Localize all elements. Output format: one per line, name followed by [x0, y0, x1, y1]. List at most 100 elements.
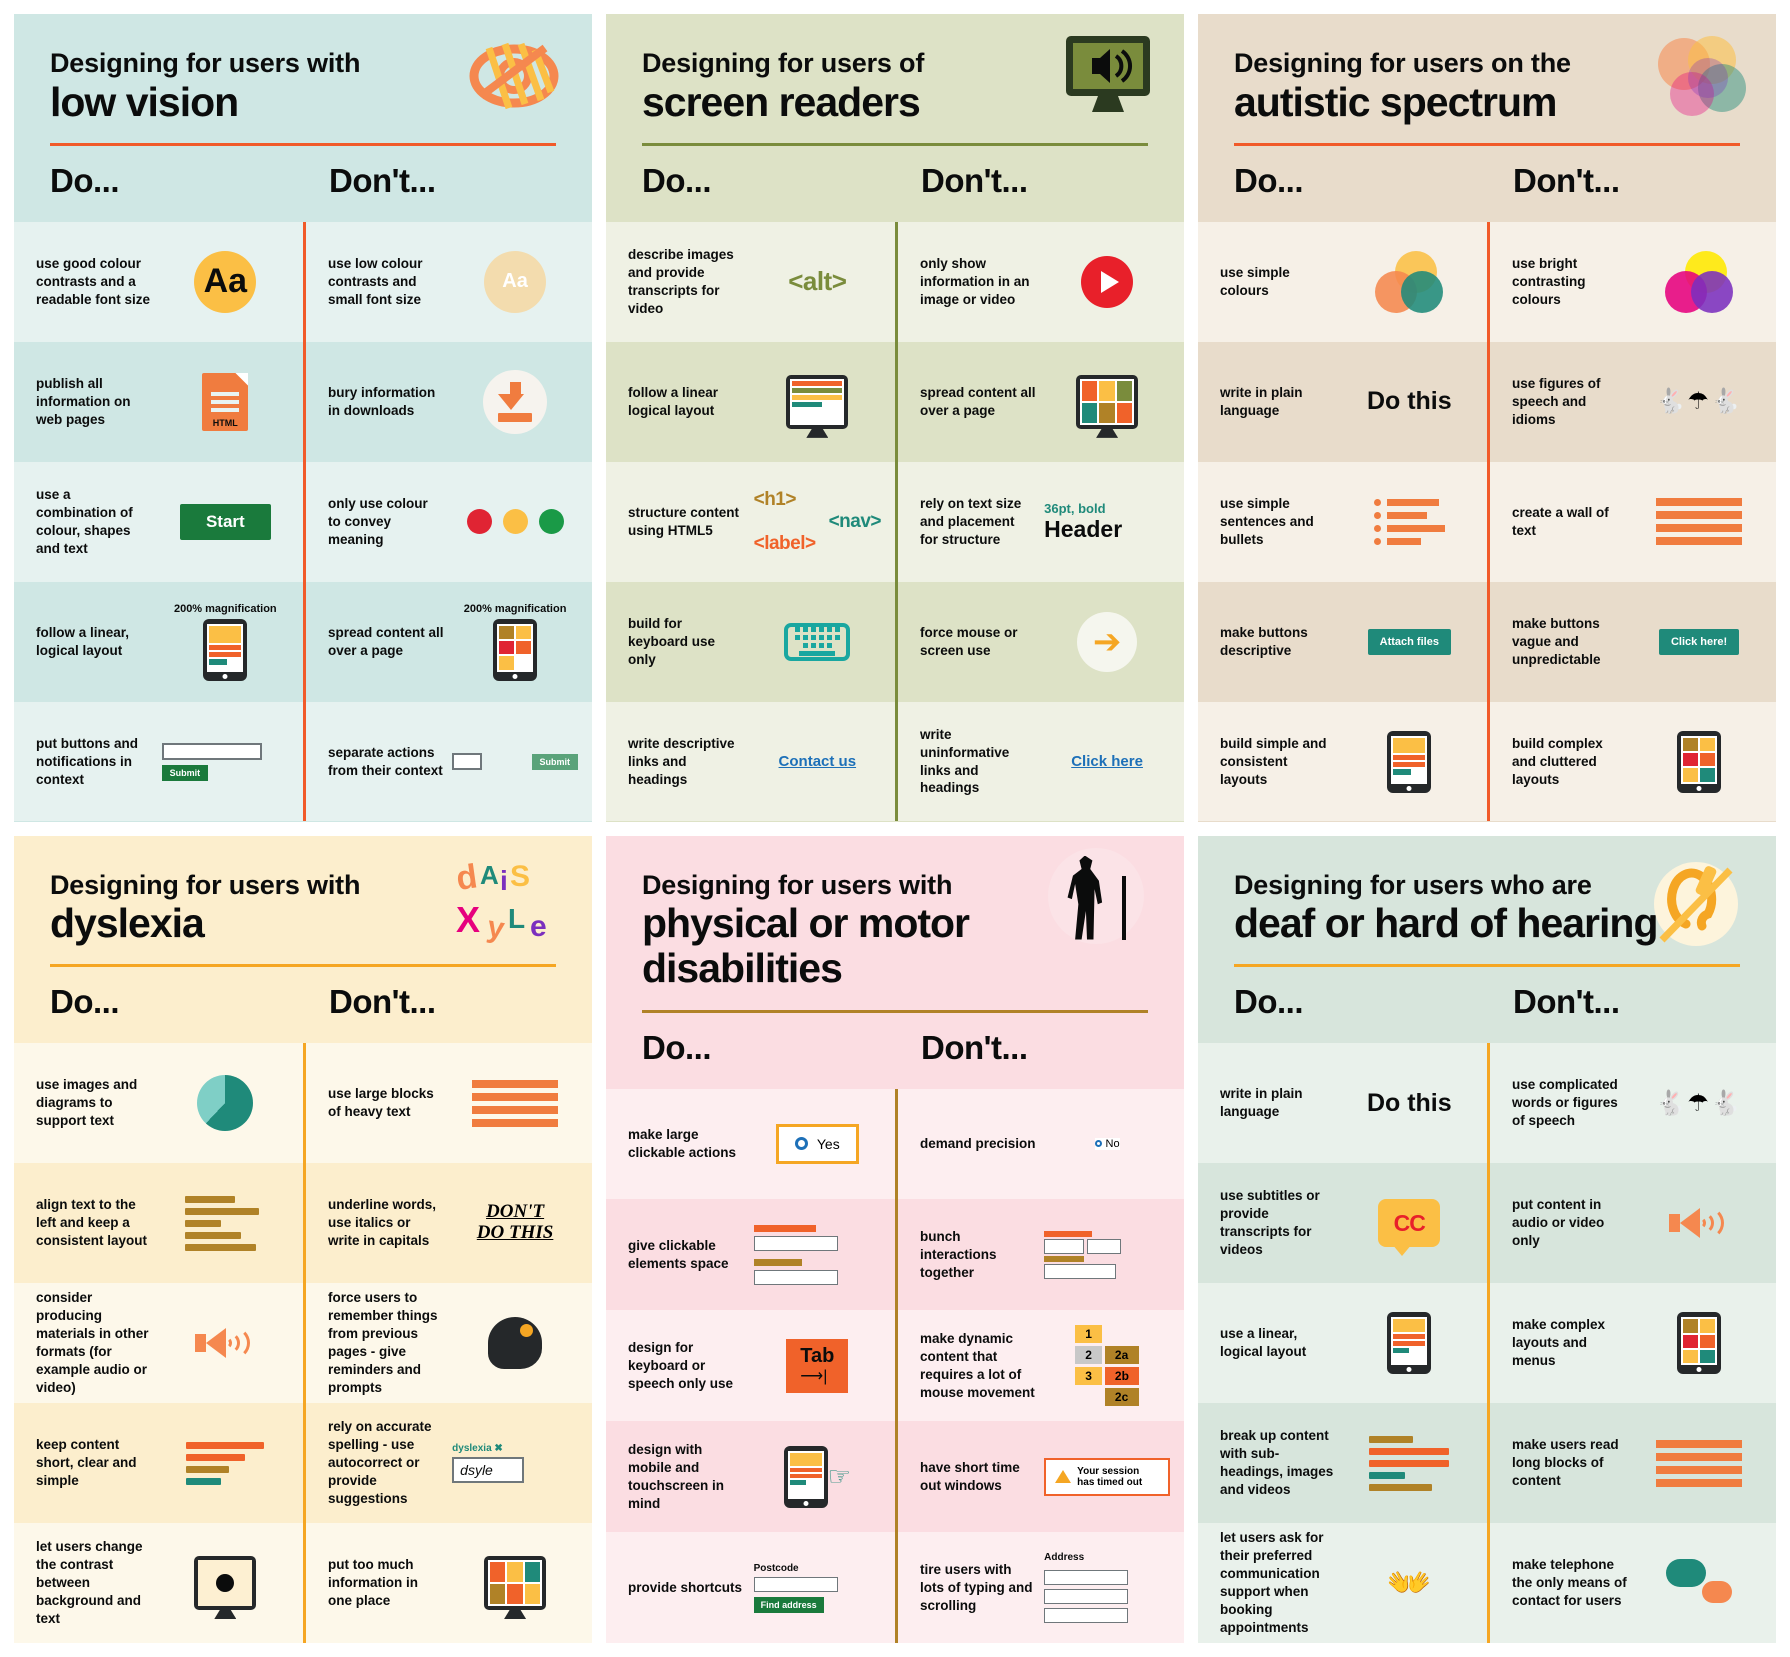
- poster-header: Designing for users of screen readers Do…: [606, 14, 1184, 222]
- screen-reader-monitor-icon: [1062, 34, 1154, 121]
- spaced-input[interactable]: [753, 1269, 838, 1285]
- submit-button[interactable]: Submit: [531, 753, 578, 770]
- small-radio-option[interactable]: No: [1094, 1137, 1120, 1150]
- dont-illustration: [1636, 1553, 1762, 1613]
- menu-item[interactable]: 3: [1075, 1367, 1102, 1386]
- do-illustration: [1346, 730, 1473, 793]
- dont-illustration: 1 2 2a 3 2b 2c: [1044, 1325, 1170, 1407]
- radio-label: No: [1105, 1137, 1120, 1150]
- dont-text: use complicated words or figures of spee…: [1512, 1077, 1618, 1129]
- large-radio-option[interactable]: Yes: [775, 1123, 859, 1164]
- html-label: HTML: [212, 417, 238, 428]
- do-text: follow a linear logical layout: [628, 384, 719, 418]
- find-address-button[interactable]: Find address: [753, 1596, 824, 1613]
- do-text: publish all information on web pages: [36, 375, 131, 427]
- dont-illustration: [1636, 250, 1762, 313]
- do-cell: write descriptive links and headings Con…: [606, 701, 895, 822]
- touchscreen-tablet-icon: [783, 1445, 828, 1508]
- dont-illustration: [452, 1553, 578, 1620]
- do-cell: let users change the contrast between ba…: [14, 1523, 303, 1643]
- dont-illustration: No: [1044, 1114, 1170, 1174]
- guideline-row: give clickable elements space bunch inte…: [606, 1199, 1184, 1311]
- click-here-button[interactable]: Click here!: [1658, 628, 1740, 655]
- uninformative-link[interactable]: Click here: [1071, 753, 1143, 770]
- do-cell: keep content short, clear and simple: [14, 1403, 303, 1524]
- do-cell: build for keyboard use only: [606, 581, 895, 702]
- do-text: keep content short, clear and simple: [36, 1437, 137, 1489]
- wall-of-text-icon: [1656, 498, 1743, 546]
- do-illustration: Start: [162, 492, 289, 552]
- start-button[interactable]: Start: [179, 503, 271, 540]
- guideline-row: consider producing materials in other fo…: [14, 1283, 592, 1404]
- dont-text: spread content all over a page: [920, 384, 1036, 418]
- dont-illustration: Click here: [1044, 732, 1170, 792]
- warning-icon: [1055, 1470, 1072, 1484]
- dont-cell: use low colour contrasts and small font …: [303, 221, 592, 342]
- hearing-aid-ear-icon: [1646, 856, 1746, 957]
- head-with-cog-icon: [488, 1317, 543, 1370]
- address-input[interactable]: [1044, 1608, 1129, 1624]
- do-text: let users change the contrast between ba…: [36, 1539, 143, 1626]
- do-cell: break up content with sub-headings, imag…: [1198, 1403, 1487, 1524]
- contrast-monitor-icon: [194, 1556, 257, 1620]
- menu-item[interactable]: 1: [1075, 1325, 1102, 1344]
- magnification-caption: 200% magnification: [173, 602, 277, 615]
- spellcheck-suggestion: dyslexia ✖: [452, 1443, 503, 1454]
- text-input[interactable]: [452, 753, 483, 771]
- spaced-input[interactable]: [753, 1235, 838, 1251]
- do-text: make buttons descriptive: [1220, 624, 1308, 658]
- address-input[interactable]: [1044, 1589, 1129, 1605]
- guideline-rows: write in plain language Do this use comp…: [1198, 1043, 1776, 1643]
- dont-text: put too much information in one place: [328, 1557, 418, 1608]
- simple-colours-venn-icon: [1373, 250, 1445, 313]
- spelling-input[interactable]: dsyle: [452, 1457, 525, 1484]
- bunched-input[interactable]: [1044, 1263, 1117, 1279]
- pie-chart-icon: [197, 1075, 254, 1132]
- dont-illustration: [1044, 252, 1170, 312]
- do-cell: use images and diagrams to support text: [14, 1043, 303, 1164]
- radio-icon[interactable]: [1094, 1140, 1102, 1148]
- dont-cell: make dynamic content that requires a lot…: [895, 1310, 1184, 1422]
- do-heading: Do...: [642, 161, 712, 199]
- dont-cell: use figures of speech and idioms 🐇☂🐇: [1487, 341, 1776, 462]
- do-dont-headings: Do... Don't...: [1234, 146, 1740, 222]
- do-text: structure content using HTML5: [628, 504, 740, 538]
- descriptive-link[interactable]: Contact us: [779, 753, 857, 770]
- dont-text: make dynamic content that requires a lot…: [920, 1330, 1035, 1400]
- font-size-label: 36pt, bold: [1044, 500, 1106, 516]
- bunched-input[interactable]: [1044, 1238, 1085, 1254]
- close-icon[interactable]: ✖: [494, 1443, 502, 1454]
- speaker-icon: [195, 1322, 254, 1364]
- nested-menu-icon: 1 2 2a 3 2b 2c: [1075, 1325, 1139, 1407]
- dont-text: separate actions from their context: [328, 744, 443, 778]
- dont-illustration: [1636, 1312, 1762, 1375]
- alt-tag-text: <alt>: [788, 266, 847, 297]
- do-heading: Do...: [50, 161, 120, 199]
- do-illustration: HTML: [162, 372, 289, 432]
- menu-item[interactable]: 2: [1075, 1346, 1102, 1365]
- radio-icon[interactable]: [794, 1137, 808, 1151]
- dont-heading: Don't...: [1513, 983, 1620, 1021]
- dont-illustration: dyslexia ✖ dsyle: [452, 1433, 578, 1493]
- address-input[interactable]: [1044, 1570, 1129, 1586]
- tab-key-label: Tab: [800, 1344, 835, 1367]
- tablet-linear-icon: [203, 618, 248, 681]
- guideline-row: let users change the contrast between ba…: [14, 1523, 592, 1643]
- colour-dots-icon: [466, 509, 564, 535]
- dont-cell: only use colour to convey meaning: [303, 461, 592, 582]
- do-text: write descriptive links and headings: [628, 735, 735, 787]
- menu-item[interactable]: 2b: [1104, 1367, 1139, 1386]
- attach-files-button[interactable]: Attach files: [1367, 628, 1451, 655]
- bunched-input[interactable]: [1087, 1238, 1122, 1254]
- do-text: build for keyboard use only: [628, 615, 716, 667]
- submit-button[interactable]: Submit: [161, 764, 209, 781]
- do-text: provide shortcuts: [628, 1579, 743, 1595]
- menu-item[interactable]: 2c: [1104, 1388, 1139, 1407]
- guideline-row: follow a linear, logical layout 200% mag…: [14, 581, 592, 702]
- guideline-row: keep content short, clear and simple rel…: [14, 1403, 592, 1524]
- dont-text: use low colour contrasts and small font …: [328, 255, 423, 307]
- menu-item[interactable]: 2a: [1104, 1346, 1139, 1365]
- text-input[interactable]: [161, 742, 262, 760]
- postcode-input[interactable]: [753, 1576, 838, 1592]
- dont-text: underline words, use italics or write in…: [328, 1197, 437, 1249]
